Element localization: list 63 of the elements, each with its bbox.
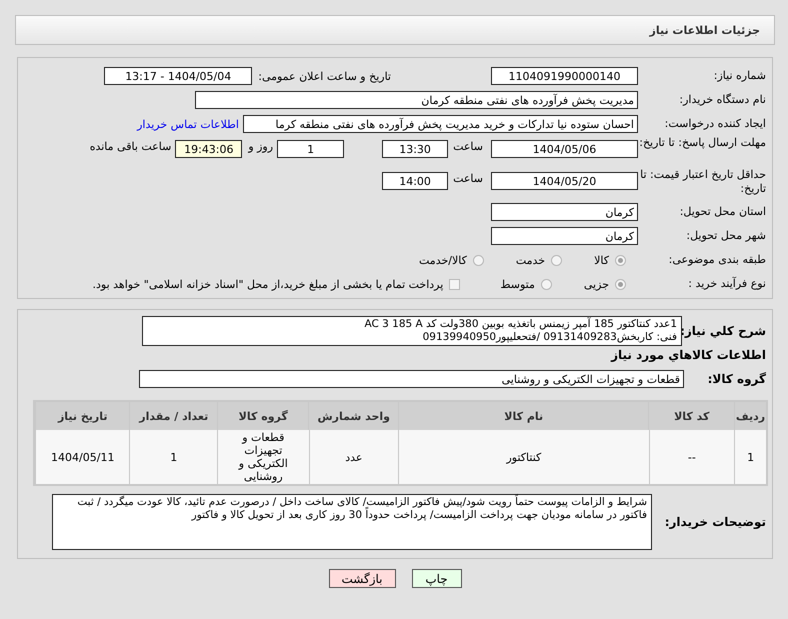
buyer-contact-link[interactable]: اطلاعات تماس خریدار [137, 118, 239, 130]
field-label: ساعت [453, 172, 483, 185]
checkbox[interactable] [449, 278, 460, 290]
radio-button[interactable] [615, 254, 626, 266]
time-field: 14:00 [382, 172, 448, 190]
radio-label: متوسط [500, 278, 535, 290]
field-label: تاریخ و ساعت اعلان عمومی: [258, 70, 391, 82]
field-label: مهلت ارسال پاسخ: تا تاریخ: [638, 136, 767, 150]
page-title: جزئیات اطلاعات نیاز [650, 24, 760, 36]
action-button[interactable]: چاپ [412, 569, 462, 588]
province-field: کرمان [491, 203, 638, 221]
field-label: طبقه بندی موضوعی: [668, 253, 767, 267]
section-title: اطلاعات کالاهاي مورد نياز [610, 348, 767, 362]
field-label: نوع فرآیند خرید : [687, 277, 767, 291]
buyer-org-field: مدیریت پخش فرآورده های نفتی منطقه کرمان [195, 91, 638, 109]
announce-date-field: 1404/05/04 - 13:17 [104, 67, 252, 85]
buyer-notes-field: شرایط و الزامات پیوست حتماً رویت شود/پیش فاکتور الزامیست/ کالای ساخت داخل / درصورت عدم تائید، کالا عودت میگردد / ثبت فاکتور در سامانه مودیان جهت پرداخت الزامیست/ پرداخت حدوداً 30 روز کاری بعد از تحویل کالا و فاکتور [52, 494, 652, 550]
field-label: توضیحات خریدار: [664, 515, 767, 529]
table-cell: -- [648, 430, 734, 484]
days-field: 1 [277, 140, 344, 158]
field-label: ساعت باقی مانده [90, 140, 172, 153]
field-label: استان محل تحویل: [678, 205, 767, 219]
field-label: حداقل تاریخ اعتبار قیمت: تا تاریخ: [639, 168, 767, 196]
requester-field: احسان ستوده نیا تدارکات و خرید مدیریت پخش فرآورده های نفتی منطقه کرما [243, 115, 638, 133]
radio-button[interactable] [615, 278, 626, 290]
need-number-field: 1104091990000140 [491, 67, 638, 85]
column-header: کد کالا [648, 402, 734, 430]
column-header: تاریخ نیاز [35, 402, 130, 430]
city-field: کرمان [491, 227, 638, 245]
radio-button[interactable] [472, 254, 484, 266]
field-label: شهر محل تحویل: [685, 229, 767, 243]
goods-group-field: قطعات و تجهیزات الکتریکی و روشنایی [139, 370, 684, 388]
field-label: روز و [248, 140, 274, 153]
column-header: ردیف [734, 402, 766, 430]
radio-label: خدمت [516, 254, 546, 266]
time-field: 13:30 [382, 140, 448, 158]
remaining-time-field: 19:43:06 [175, 140, 242, 158]
field-label: ساعت [453, 140, 483, 153]
field-label: شرح کلي نياز: [682, 324, 767, 338]
checkbox-label: پرداخت تمام یا بخشی از مبلغ خرید،از محل "اسناد خزانه اسلامی" خواهد بود. [92, 278, 444, 290]
date-field: 1404/05/06 [491, 140, 638, 158]
radio-label: جزیی [584, 278, 609, 290]
radio-label: کالا [594, 254, 609, 266]
table-cell: 1 [129, 430, 217, 484]
radio-button[interactable] [540, 278, 552, 290]
field-label: ایجاد کننده درخواست: [664, 117, 767, 131]
field-label: گروه کالا: [706, 372, 767, 386]
action-button[interactable]: بازگشت [328, 569, 396, 588]
date-field: 1404/05/20 [491, 172, 638, 190]
table-cell: عدد [308, 430, 398, 484]
column-header: گروه کالا [216, 402, 308, 430]
field-label: نام دستگاه خریدار: [678, 93, 767, 107]
description-field: 1عدد کنتاکتور 185 آمپر زیمنس باتغذیه بوبین 380ولت کد AC 3 185 A فنی: کاربخش09131409283 /فتحعلیپور09139940950 [142, 316, 682, 346]
table-cell: 1404/05/11 [35, 430, 130, 484]
column-header: تعداد / مقدار [129, 402, 217, 430]
field-label: شماره نیاز: [712, 69, 767, 83]
table-cell: 1 [734, 430, 766, 484]
radio-button[interactable] [551, 254, 562, 266]
column-header: نام کالا [398, 402, 648, 430]
table-cell: قطعات و تجهیزات الکتریکی و روشنایی [217, 430, 309, 484]
radio-label: کالا/خدمت [419, 254, 467, 266]
column-header: واحد شمارش [308, 402, 398, 430]
table-cell: کنتاکتور [398, 430, 649, 484]
